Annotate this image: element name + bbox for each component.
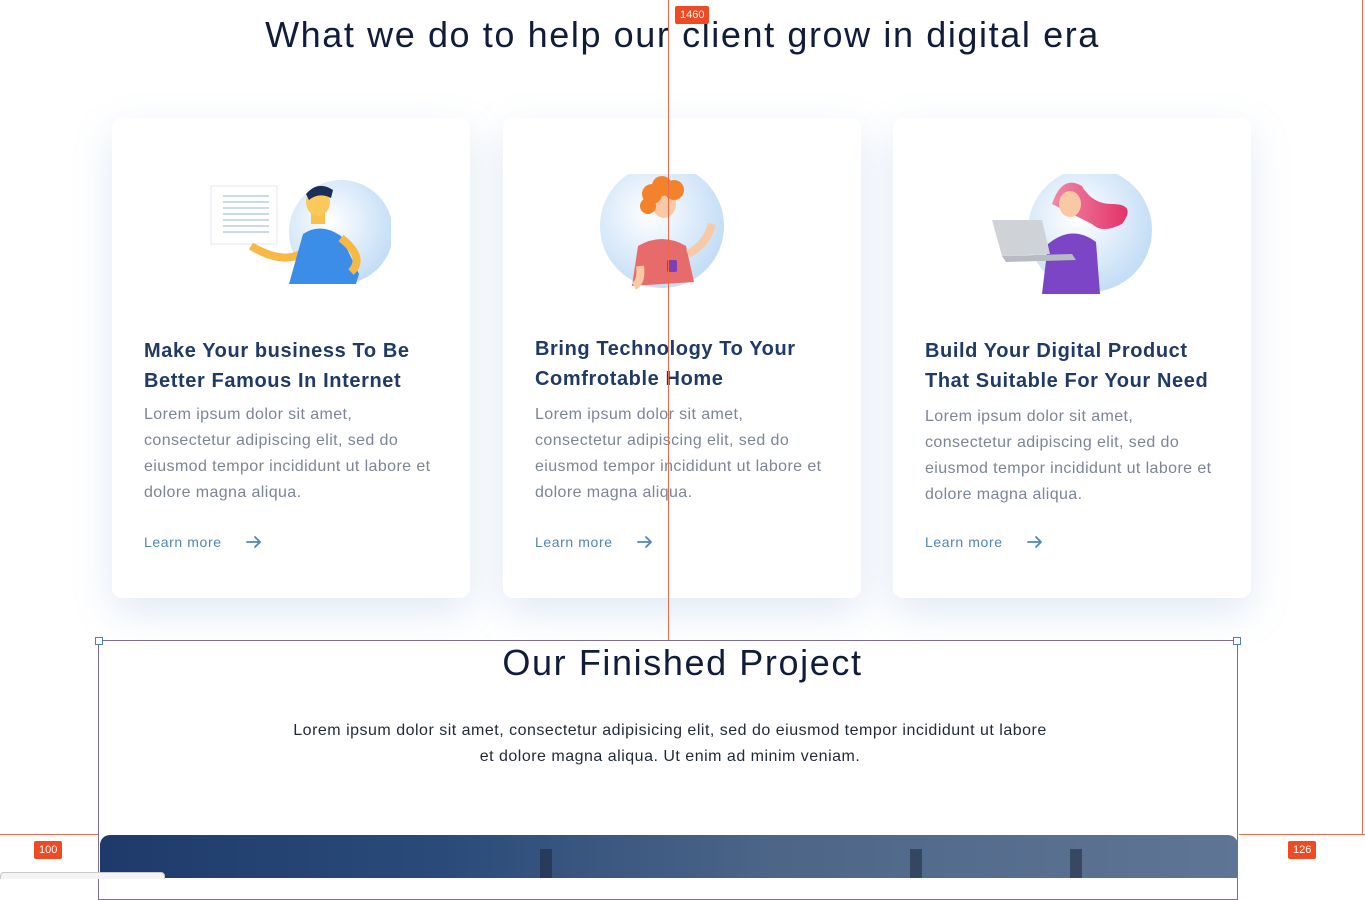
digital-product-illustration — [992, 174, 1152, 294]
measurement-badge-vertical: 1460 — [675, 6, 710, 24]
card-title: Bring Technology To Your Comfrotable Hom… — [535, 338, 796, 390]
measurement-badge-right: 126 — [1288, 841, 1317, 859]
service-card-2: Bring Technology To Your Comfrotable Hom… — [503, 118, 861, 598]
business-illustration — [210, 180, 391, 284]
service-card-3: Build Your Digital Product That Suitable… — [893, 118, 1251, 598]
arrow-right-icon — [245, 536, 261, 548]
horizontal-guide-left — [0, 834, 98, 835]
vertical-guide-line — [668, 0, 669, 640]
learn-more-link[interactable]: Learn more — [535, 532, 655, 552]
card-title: Make Your business To Be Better Famous I… — [144, 340, 410, 392]
horizontal-guide-right — [1239, 834, 1365, 835]
service-card-1: Make Your business To Be Better Famous I… — [112, 118, 470, 598]
arrow-right-icon — [636, 536, 652, 548]
learn-more-label: Learn more — [925, 534, 1003, 550]
resize-handle[interactable] — [95, 637, 103, 645]
card-description: Lorem ipsum dolor sit amet, consectetur … — [144, 406, 431, 501]
right-guide-line — [1362, 0, 1363, 834]
card-description: Lorem ipsum dolor sit amet, consectetur … — [535, 406, 822, 501]
technology-illustration — [600, 174, 724, 290]
card-description: Lorem ipsum dolor sit amet, consectetur … — [925, 408, 1212, 503]
learn-more-link[interactable]: Learn more — [925, 532, 1045, 552]
learn-more-link[interactable]: Learn more — [144, 532, 264, 552]
resize-handle[interactable] — [1233, 637, 1241, 645]
learn-more-label: Learn more — [144, 534, 222, 550]
selection-box[interactable] — [95, 637, 1241, 900]
arrow-right-icon — [1026, 536, 1042, 548]
learn-more-label: Learn more — [535, 534, 613, 550]
card-title: Build Your Digital Product That Suitable… — [925, 340, 1209, 392]
measurement-badge-left: 100 — [34, 841, 63, 859]
